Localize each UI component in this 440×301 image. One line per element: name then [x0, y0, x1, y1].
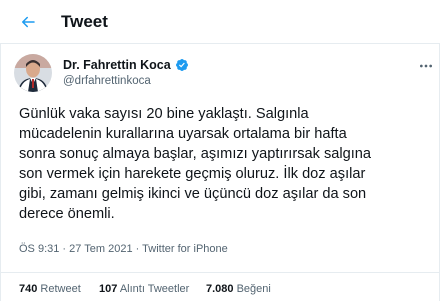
- retweets-count: 740: [19, 283, 38, 295]
- meta-separator: ·: [135, 243, 140, 255]
- retweets-stat[interactable]: 740 Retweet: [19, 282, 81, 296]
- author-handle[interactable]: @drfahrettinkoca: [63, 73, 151, 89]
- more-options-button[interactable]: [416, 54, 436, 78]
- more-dots-icon: [420, 64, 432, 68]
- column-border-left: [0, 44, 1, 301]
- tweet-text: Günlük vaka sayısı 20 bine yaklaştı. Sal…: [19, 104, 431, 224]
- quotes-stat[interactable]: 107 Alıntı Tweetler: [99, 282, 189, 296]
- tweet-text-line: son vermek için harekete geçmiş oluruz. …: [19, 166, 366, 182]
- profile-photo-icon: [14, 54, 52, 92]
- quotes-count: 107: [99, 283, 118, 295]
- tweet-text-line: gibi, zamanı gelmiş ikinci ve üçüncü doz…: [19, 186, 367, 202]
- arrow-left-icon: [22, 16, 35, 28]
- tweet-source[interactable]: Twitter for iPhone: [142, 243, 228, 255]
- tweet-time[interactable]: ÖS 9:31: [19, 243, 59, 255]
- tweet-stats-bar: 740 Retweet 107 Alıntı Tweetler 7.080 Be…: [0, 272, 440, 301]
- tweet-text-line: mücadelenin kurallarına uyarsak ortalama…: [19, 126, 347, 142]
- likes-stat[interactable]: 7.080 Beğeni: [206, 282, 271, 296]
- meta-separator: ·: [62, 243, 67, 255]
- likes-label: Beğeni: [236, 283, 271, 295]
- retweets-label: Retweet: [40, 283, 81, 295]
- back-button[interactable]: [16, 10, 40, 34]
- author-name-row: Dr. Fahrettin Koca: [63, 56, 189, 74]
- tweet-header: Tweet: [0, 0, 440, 44]
- author-display-name[interactable]: Dr. Fahrettin Koca: [63, 58, 171, 72]
- tweet-meta: ÖS 9:31 · 27 Tem 2021 · Twitter for iPho…: [19, 242, 228, 256]
- verified-badge-icon: [175, 58, 189, 72]
- tweet-text-line: Günlük vaka sayısı 20 bine yaklaştı. Sal…: [19, 106, 309, 122]
- tweet-text-line: sonra sonuç almaya başlar, aşımızı yaptı…: [19, 146, 372, 162]
- quotes-label: Alıntı Tweetler: [119, 283, 190, 295]
- tweet-text-line: derece önemli.: [19, 206, 115, 222]
- avatar[interactable]: [14, 54, 52, 92]
- tweet-date[interactable]: 27 Tem 2021: [69, 243, 132, 255]
- likes-count: 7.080: [206, 283, 234, 295]
- page-title: Tweet: [61, 12, 108, 31]
